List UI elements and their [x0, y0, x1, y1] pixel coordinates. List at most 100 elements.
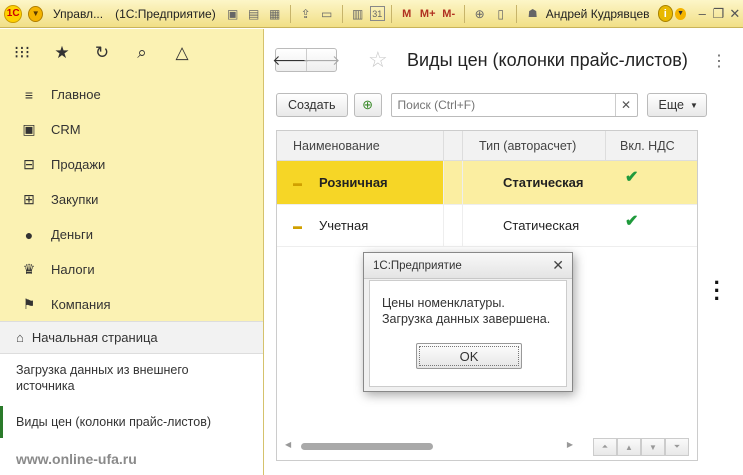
open-window-data-import[interactable]: Загрузка данных из внешнего источника: [0, 354, 263, 402]
column-header-type[interactable]: Тип (авторасчет): [463, 131, 605, 160]
cell-name: ▬ Учетная: [277, 205, 443, 246]
side-more-icon[interactable]: · · ·: [714, 272, 721, 310]
panel-toolbar: ⁝⁝⁝ ★ ↻ ⌕ △: [0, 29, 263, 77]
section-item-crm[interactable]: ▣ CRM: [0, 112, 263, 147]
scanner-icon[interactable]: ▭: [318, 5, 336, 23]
favorite-star-icon[interactable]: ☆: [368, 47, 388, 73]
table-footer: ◀ ▶ ⏶ ▲ ▼ ⏷: [277, 434, 697, 460]
back-arrow-icon[interactable]: 🡐: [272, 49, 310, 71]
save-icon[interactable]: ▣: [224, 5, 242, 23]
upload-icon[interactable]: ⇪: [297, 5, 315, 23]
title-bar: 1С ▼ Управл... (1С:Предприятие) ▣ ▤ ▦ ⇪ ▭…: [0, 0, 743, 28]
copy-add-icon[interactable]: ⊕: [353, 93, 382, 117]
app-logo-icon[interactable]: 1С: [4, 4, 23, 23]
title-toolbar: ▣ ▤ ▦ ⇪ ▭ ▥ 31 M M+ M- ⊕ ▯: [224, 4, 520, 23]
history-icon[interactable]: ↻: [92, 43, 112, 63]
column-header-vat[interactable]: Вкл. НДС: [605, 131, 697, 160]
section-item-taxes[interactable]: ♛ Налоги: [0, 252, 263, 287]
ok-button[interactable]: OK: [416, 343, 522, 369]
search-icon[interactable]: ⌕: [132, 43, 152, 63]
zoom-icon[interactable]: ⊕: [471, 5, 489, 23]
open-windows-panel: ⌂ Начальная страница Загрузка данных из …: [0, 321, 263, 475]
more-options-icon[interactable]: ⋮: [711, 51, 727, 71]
last-row-icon[interactable]: ⏷: [665, 438, 689, 456]
home-icon: ⌂: [16, 330, 24, 345]
section-item-main[interactable]: ≡ Главное: [0, 77, 263, 112]
scroll-left-icon[interactable]: ◀: [285, 440, 291, 449]
chevron-down-icon: ▼: [689, 100, 698, 110]
message-dialog: 1С:Предприятие ✕ Цены номенклатуры. Загр…: [363, 252, 573, 392]
column-header-name[interactable]: Наименование: [277, 131, 443, 160]
maximize-icon[interactable]: ❐: [710, 6, 726, 22]
section-item-money[interactable]: ● Деньги: [0, 217, 263, 252]
dialog-message: Цены номенклатуры. Загрузка данных завер…: [382, 295, 550, 327]
ruble-coin-icon: ●: [24, 226, 34, 243]
checkmark-icon: ✔: [625, 213, 639, 230]
next-row-icon[interactable]: ▼: [641, 438, 665, 456]
memory-subtract-button[interactable]: M-: [440, 5, 458, 23]
cell-name-text: Розничная: [319, 175, 388, 190]
page-title: Виды цен (колонки прайс-листов): [407, 50, 688, 70]
clear-search-icon[interactable]: ✕: [614, 94, 637, 116]
open-window-price-types[interactable]: Виды цен (колонки прайс-листов): [0, 406, 263, 438]
section-item-company[interactable]: ⚑ Компания: [0, 287, 263, 322]
apps-grid-icon[interactable]: ⁝⁝⁝: [12, 43, 32, 63]
user-menu[interactable]: ☗ Андрей Кудрявцев: [524, 5, 650, 23]
main-menu-button[interactable]: ▼: [28, 5, 44, 22]
preview-icon[interactable]: ▦: [266, 5, 284, 23]
bookmark-icon[interactable]: ▯: [492, 5, 510, 23]
table-row[interactable]: ▬ Учетная Статическая ✔: [277, 205, 697, 247]
section-label: Налоги: [51, 262, 95, 277]
horizontal-scrollbar[interactable]: ◀ ▶: [285, 440, 573, 451]
divider: [341, 4, 343, 23]
search-input[interactable]: [391, 98, 615, 112]
info-dropdown-icon[interactable]: ▼: [675, 7, 687, 20]
divider: [515, 4, 517, 23]
more-button[interactable]: Еще ▼: [646, 93, 707, 117]
app-name: (1С:Предприятие): [115, 6, 216, 21]
print-icon[interactable]: ▤: [245, 5, 263, 23]
forward-arrow-icon[interactable]: 🡒: [303, 49, 340, 71]
flag-icon: ⚑: [22, 296, 36, 312]
close-window-icon[interactable]: ✕: [727, 6, 743, 22]
menu-lines-icon: ≡: [24, 86, 34, 103]
section-item-sales[interactable]: ⊟ Продажи: [0, 147, 263, 182]
user-name: Андрей Кудрявцев: [545, 6, 650, 21]
id-card-icon: ▣: [22, 121, 36, 137]
section-label: Деньги: [51, 227, 93, 242]
form-toolbar: Создать ⊕ ✕ Еще ▼: [276, 93, 707, 117]
prev-row-icon[interactable]: ▲: [617, 438, 641, 456]
info-icon[interactable]: i: [657, 5, 674, 22]
section-item-purchases[interactable]: ⊞ Закупки: [0, 182, 263, 217]
table-row[interactable]: ▬ Розничная Статическая ✔: [277, 161, 697, 205]
cell-spacer: [443, 205, 463, 246]
minimize-icon[interactable]: –: [694, 6, 710, 21]
star-icon[interactable]: ★: [52, 43, 72, 63]
table-header: Наименование Тип (авторасчет) Вкл. НДС: [277, 131, 697, 161]
calculator-icon[interactable]: ▥: [349, 5, 367, 23]
section-label: Главное: [51, 87, 101, 102]
home-page-link[interactable]: ⌂ Начальная страница: [0, 321, 263, 354]
close-icon[interactable]: ✕: [552, 257, 564, 274]
section-label: Закупки: [51, 192, 99, 207]
create-button[interactable]: Создать: [276, 93, 348, 117]
first-row-icon[interactable]: ⏶: [593, 438, 617, 456]
section-label: Компания: [51, 297, 111, 312]
watermark: www.online-ufa.ru: [16, 451, 137, 467]
section-label: CRM: [51, 122, 81, 137]
eagle-icon: ♛: [22, 261, 36, 277]
memory-store-button[interactable]: M: [398, 5, 416, 23]
catalog-item-icon: ▬: [293, 220, 302, 231]
dialog-message-line: Загрузка данных завершена.: [382, 312, 551, 326]
calendar-icon[interactable]: 31: [369, 6, 385, 21]
app-short-title: Управл...: [53, 6, 104, 21]
scroll-right-icon[interactable]: ▶: [567, 440, 573, 449]
memory-add-button[interactable]: M+: [419, 5, 437, 23]
scrollbar-thumb[interactable]: [301, 443, 433, 450]
divider: [463, 4, 465, 23]
home-page-label: Начальная страница: [31, 330, 158, 345]
history-nav: 🡐 🡒: [272, 48, 340, 72]
row-navigation: ⏶ ▲ ▼ ⏷: [593, 438, 689, 456]
dialog-title: 1С:Предприятие: [364, 253, 572, 279]
bell-icon[interactable]: △: [172, 43, 192, 63]
